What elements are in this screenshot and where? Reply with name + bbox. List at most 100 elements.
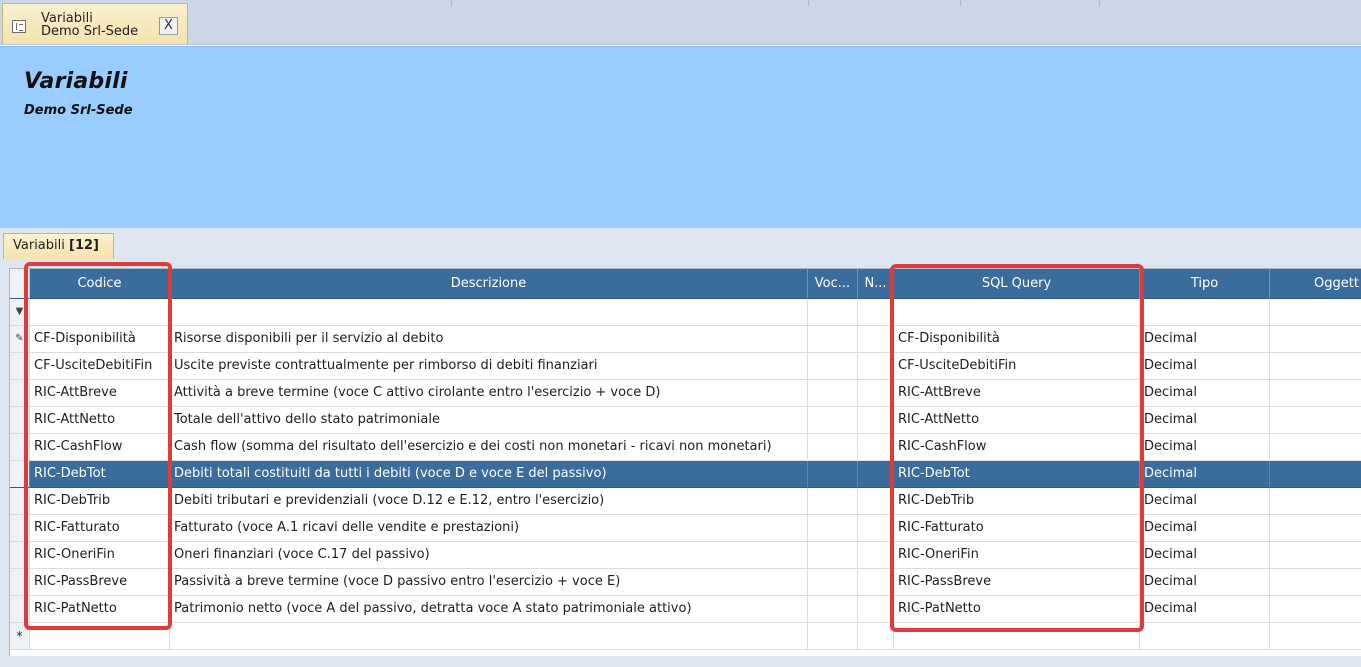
row-indicator[interactable] (10, 434, 30, 461)
close-tab-button[interactable]: X (159, 17, 178, 35)
cell-codice[interactable]: RIC-Fatturato (30, 515, 170, 542)
row-indicator[interactable] (10, 461, 30, 488)
cell-oggetto[interactable] (1270, 326, 1361, 353)
cell-descrizione[interactable]: Fatturato (voce A.1 ricavi delle vendite… (170, 515, 808, 542)
cell-n[interactable] (858, 353, 894, 380)
new-row-indicator[interactable]: * (10, 623, 30, 650)
cell-tipo[interactable]: Decimal (1140, 326, 1270, 353)
cell-tipo[interactable]: Decimal (1140, 569, 1270, 596)
cell-descrizione[interactable]: Debiti tributari e previdenziali (voce D… (170, 488, 808, 515)
cell-tipo[interactable]: Decimal (1140, 515, 1270, 542)
cell-sql-query[interactable]: RIC-AttNetto (894, 407, 1140, 434)
cell-tipo[interactable]: Decimal (1140, 542, 1270, 569)
cell-sql-query[interactable]: RIC-PassBreve (894, 569, 1140, 596)
cell-sql-query[interactable]: RIC-CashFlow (894, 434, 1140, 461)
table-row[interactable]: RIC-DebTrib Debiti tributari e previdenzi… (10, 488, 1361, 515)
new-row-cell-tipo[interactable] (1140, 623, 1270, 650)
cell-voce[interactable] (808, 488, 858, 515)
column-header-descrizione[interactable]: Descrizione (170, 269, 808, 299)
cell-codice[interactable]: RIC-OneriFin (30, 542, 170, 569)
column-header-n[interactable]: N... (858, 269, 894, 299)
cell-oggetto[interactable] (1270, 434, 1361, 461)
cell-descrizione[interactable]: Risorse disponibili per il servizio al d… (170, 326, 808, 353)
new-row-cell-oggetto[interactable] (1270, 623, 1361, 650)
cell-descrizione[interactable]: Cash flow (somma del risultato dell'eser… (170, 434, 808, 461)
column-header-oggetto[interactable]: Oggett (1270, 269, 1361, 299)
cell-voce[interactable] (808, 434, 858, 461)
cell-sql-query[interactable]: CF-UsciteDebitiFin (894, 353, 1140, 380)
cell-tipo[interactable]: Decimal (1140, 407, 1270, 434)
new-row-cell-voce[interactable] (808, 623, 858, 650)
cell-codice[interactable]: RIC-PatNetto (30, 596, 170, 623)
table-row[interactable]: RIC-PassBreve Passività a breve termine (… (10, 569, 1361, 596)
row-indicator[interactable] (10, 488, 30, 515)
cell-n[interactable] (858, 380, 894, 407)
cell-codice[interactable]: CF-Disponibilità (30, 326, 170, 353)
table-row[interactable]: RIC-AttBreve Attività a breve termine (vo… (10, 380, 1361, 407)
cell-descrizione[interactable]: Totale dell'attivo dello stato patrimoni… (170, 407, 808, 434)
cell-descrizione[interactable]: Oneri finanziari (voce C.17 del passivo) (170, 542, 808, 569)
cell-n[interactable] (858, 461, 894, 488)
cell-descrizione[interactable]: Patrimonio netto (voce A del passivo, de… (170, 596, 808, 623)
cell-sql-query[interactable]: RIC-OneriFin (894, 542, 1140, 569)
filter-cell-tipo[interactable] (1140, 299, 1270, 326)
cell-oggetto[interactable] (1270, 542, 1361, 569)
variables-grid[interactable]: Codice Descrizione Voc... N... SQL Query Tipo… (9, 268, 1361, 656)
row-indicator[interactable] (10, 569, 30, 596)
cell-voce[interactable] (808, 353, 858, 380)
cell-voce[interactable] (808, 407, 858, 434)
row-indicator[interactable] (10, 380, 30, 407)
row-indicator[interactable] (10, 407, 30, 434)
filter-cell-descrizione[interactable] (170, 299, 808, 326)
table-row[interactable]: RIC-PatNetto Patrimonio netto (voce A del… (10, 596, 1361, 623)
cell-descrizione[interactable]: Passività a breve termine (voce D passiv… (170, 569, 808, 596)
cell-voce[interactable] (808, 569, 858, 596)
cell-oggetto[interactable] (1270, 407, 1361, 434)
row-indicator[interactable] (10, 353, 30, 380)
cell-codice[interactable]: RIC-DebTrib (30, 488, 170, 515)
filter-cell-voce[interactable] (808, 299, 858, 326)
new-row-cell-n[interactable] (858, 623, 894, 650)
row-indicator[interactable] (10, 515, 30, 542)
cell-tipo[interactable]: Decimal (1140, 596, 1270, 623)
table-row[interactable]: RIC-CashFlow Cash flow (somma del risulta… (10, 434, 1361, 461)
cell-descrizione[interactable]: Attività a breve termine (voce C attivo … (170, 380, 808, 407)
row-indicator[interactable] (10, 596, 30, 623)
cell-sql-query[interactable]: RIC-Fatturato (894, 515, 1140, 542)
cell-oggetto[interactable] (1270, 515, 1361, 542)
cell-tipo[interactable]: Decimal (1140, 353, 1270, 380)
new-row-cell-sql-query[interactable] (894, 623, 1140, 650)
filter-row[interactable]: ▼ (10, 299, 1361, 326)
cell-voce[interactable] (808, 380, 858, 407)
cell-voce[interactable] (808, 596, 858, 623)
filter-cell-codice[interactable] (30, 299, 170, 326)
cell-tipo[interactable]: Decimal (1140, 434, 1270, 461)
tab-variabili[interactable]: Variabili [12] (3, 233, 114, 259)
cell-n[interactable] (858, 326, 894, 353)
cell-voce[interactable] (808, 326, 858, 353)
cell-descrizione[interactable]: Debiti totali costituiti da tutti i debi… (170, 461, 808, 488)
cell-oggetto[interactable] (1270, 380, 1361, 407)
cell-oggetto[interactable] (1270, 596, 1361, 623)
cell-voce[interactable] (808, 542, 858, 569)
table-row[interactable]: ✎ CF-Disponibilità Risorse disponibili per… (10, 326, 1361, 353)
column-header-tipo[interactable]: Tipo (1140, 269, 1270, 299)
cell-sql-query[interactable]: RIC-DebTot (894, 461, 1140, 488)
cell-n[interactable] (858, 434, 894, 461)
cell-voce[interactable] (808, 515, 858, 542)
cell-n[interactable] (858, 488, 894, 515)
cell-codice[interactable]: RIC-DebTot (30, 461, 170, 488)
table-row[interactable]: RIC-DebTot Debiti totali costituiti da tu… (10, 461, 1361, 488)
filter-cell-oggetto[interactable] (1270, 299, 1361, 326)
cell-codice[interactable]: CF-UsciteDebitiFin (30, 353, 170, 380)
cell-codice[interactable]: RIC-AttNetto (30, 407, 170, 434)
table-row[interactable]: RIC-OneriFin Oneri finanziari (voce C.17 … (10, 542, 1361, 569)
cell-codice[interactable]: RIC-PassBreve (30, 569, 170, 596)
cell-sql-query[interactable]: RIC-PatNetto (894, 596, 1140, 623)
table-row[interactable]: CF-UsciteDebitiFin Uscite previste contra… (10, 353, 1361, 380)
cell-tipo[interactable]: Decimal (1140, 461, 1270, 488)
cell-oggetto[interactable] (1270, 569, 1361, 596)
row-indicator[interactable] (10, 542, 30, 569)
cell-n[interactable] (858, 542, 894, 569)
cell-n[interactable] (858, 569, 894, 596)
